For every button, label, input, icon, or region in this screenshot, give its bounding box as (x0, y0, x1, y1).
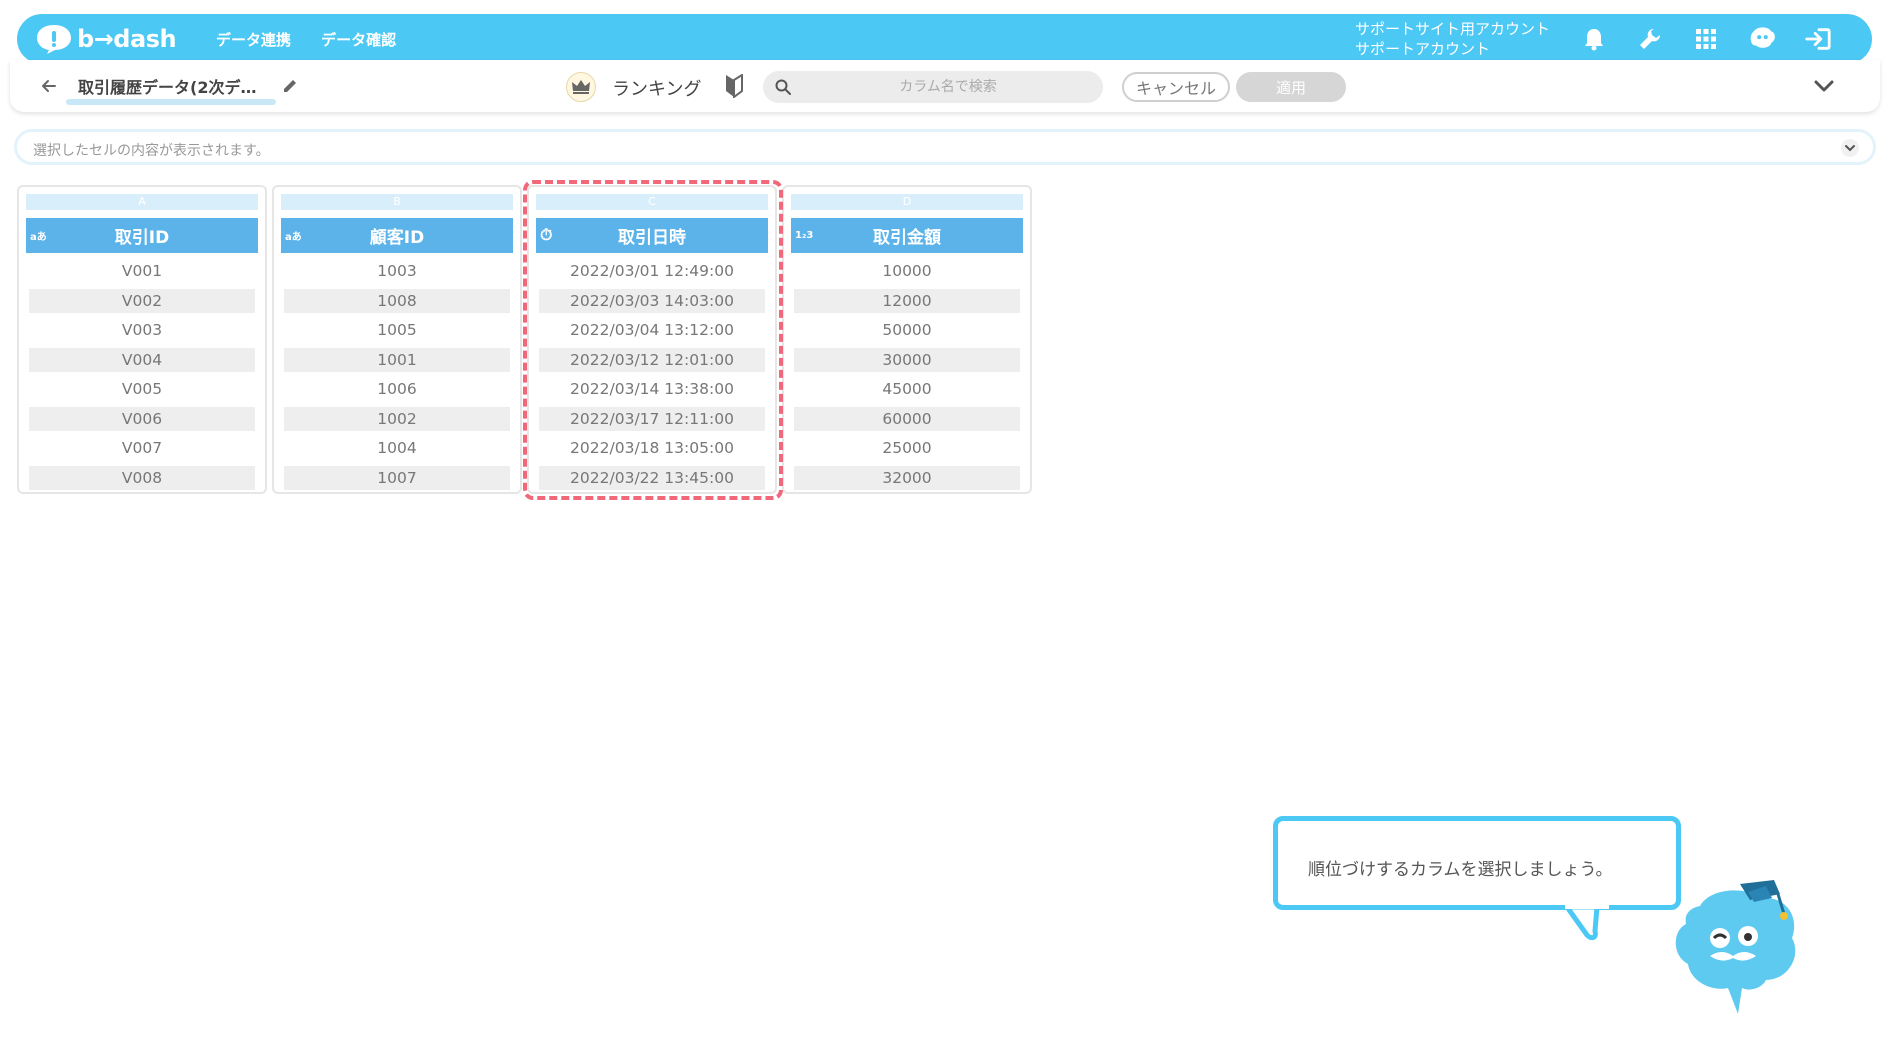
back-arrow-icon[interactable] (38, 75, 60, 97)
column-header-label: 取引金額 (873, 228, 941, 248)
bell-icon[interactable] (1580, 25, 1608, 53)
table-cell[interactable]: 1006 (284, 377, 510, 402)
nav-data-check[interactable]: データ確認 (321, 29, 396, 50)
table-cell[interactable]: V006 (29, 406, 255, 431)
logo-bubble-icon (35, 23, 73, 55)
stopwatch-icon: ⏱ (540, 225, 553, 244)
column-d[interactable]: D 1₂3 取引金額 10000 12000 50000 30000 45000… (782, 185, 1032, 494)
cell-content-bar[interactable]: 選択したセルの内容が表示されます。 (14, 129, 1876, 165)
text-type-icon: aあ (285, 231, 302, 243)
account-user-name: サポートアカウント (1355, 40, 1491, 58)
column-letter: A (26, 194, 258, 210)
search-icon (775, 79, 791, 95)
column-cells: V001 V002 V003 V004 V005 V006 V007 V008 (29, 259, 255, 495)
column-header[interactable]: ⏱ 取引日時 (536, 218, 768, 253)
column-cells: 2022/03/01 12:49:00 2022/03/03 14:03:00 … (539, 259, 765, 495)
table-cell[interactable]: 1002 (284, 406, 510, 431)
grid-icon[interactable] (1692, 25, 1720, 53)
nav-data-integration[interactable]: データ連携 (216, 29, 291, 50)
table-cell[interactable]: V005 (29, 377, 255, 402)
table-cell[interactable]: 2022/03/01 12:49:00 (539, 259, 765, 284)
column-cells: 1003 1008 1005 1001 1006 1002 1004 1007 (284, 259, 510, 495)
text-type-icon: aあ (30, 231, 47, 243)
table-cell[interactable]: 45000 (794, 377, 1020, 402)
account-site-name: サポートサイト用アカウント (1355, 20, 1551, 38)
table-cell[interactable]: V004 (29, 347, 255, 372)
dataset-title[interactable]: 取引履歴データ(2次デ… (78, 78, 256, 97)
ranking-mode-label: ランキング (612, 79, 702, 100)
column-b[interactable]: B aあ 顧客ID 1003 1008 1005 1001 1006 1002 … (272, 185, 522, 494)
table-cell[interactable]: 1005 (284, 318, 510, 343)
table-cell[interactable]: 2022/03/22 13:45:00 (539, 465, 765, 490)
title-underline (66, 99, 276, 105)
dataset-title-wrap: 取引履歴データ(2次デ… (66, 74, 276, 105)
table-cell[interactable]: V001 (29, 259, 255, 284)
cancel-button[interactable]: キャンセル (1122, 72, 1230, 102)
table-cell[interactable]: V008 (29, 465, 255, 490)
column-header[interactable]: 1₂3 取引金額 (791, 218, 1023, 253)
brand-logo[interactable]: b→dash (35, 23, 177, 55)
table-cell[interactable]: 30000 (794, 347, 1020, 372)
table-cell[interactable]: 2022/03/14 13:38:00 (539, 377, 765, 402)
table-cell[interactable]: 60000 (794, 406, 1020, 431)
column-a[interactable]: A aあ 取引ID V001 V002 V003 V004 V005 V006 … (17, 185, 267, 494)
table-cell[interactable]: 10000 (794, 259, 1020, 284)
table-cell[interactable]: 1004 (284, 436, 510, 461)
column-header-label: 顧客ID (369, 228, 425, 248)
cell-content-placeholder: 選択したセルの内容が表示されます。 (33, 143, 270, 159)
top-navigation-bar: b→dash データ連携 データ確認 サポートサイト用アカウント サポートアカウ… (17, 14, 1872, 64)
chevron-down-icon[interactable] (1812, 76, 1836, 96)
column-letter: C (536, 194, 768, 210)
table-cell[interactable]: 2022/03/17 12:11:00 (539, 406, 765, 431)
dataset-header: 取引履歴データ(2次デ… ランキング キャンセル 適用 (10, 60, 1880, 112)
table-cell[interactable]: V007 (29, 436, 255, 461)
table-cell[interactable]: 32000 (794, 465, 1020, 490)
search-input[interactable] (803, 71, 1093, 103)
brand-name: b→dash (77, 25, 177, 53)
wrench-icon[interactable] (1636, 25, 1664, 53)
table-cell[interactable]: 1007 (284, 465, 510, 490)
table-cell[interactable]: V002 (29, 288, 255, 313)
table-cell[interactable]: 2022/03/03 14:03:00 (539, 288, 765, 313)
crown-icon (566, 72, 596, 102)
table-cell[interactable]: 2022/03/18 13:05:00 (539, 436, 765, 461)
logout-icon[interactable] (1804, 25, 1832, 53)
table-cell[interactable]: 25000 (794, 436, 1020, 461)
table-cell[interactable]: 2022/03/12 12:01:00 (539, 347, 765, 372)
column-cells: 10000 12000 50000 30000 45000 60000 2500… (794, 259, 1020, 495)
column-header-label: 取引ID (114, 228, 170, 248)
column-header[interactable]: aあ 取引ID (26, 218, 258, 253)
table-cell[interactable]: 1003 (284, 259, 510, 284)
table-cell[interactable]: 2022/03/04 13:12:00 (539, 318, 765, 343)
guide-tooltip-text: 順位づけするカラムを選択しましょう。 (1308, 860, 1613, 880)
mascot-character-icon (1675, 880, 1796, 1014)
column-letter: D (791, 194, 1023, 210)
apply-button[interactable]: 適用 (1236, 72, 1346, 102)
pencil-edit-icon[interactable] (282, 78, 298, 94)
table-cell[interactable]: 1008 (284, 288, 510, 313)
table-cell[interactable]: 50000 (794, 318, 1020, 343)
column-header[interactable]: aあ 顧客ID (281, 218, 513, 253)
account-info[interactable]: サポートサイト用アカウント サポートアカウント (1355, 19, 1550, 59)
table-cell[interactable]: 1001 (284, 347, 510, 372)
number-type-icon: 1₂3 (795, 229, 814, 241)
column-header-label: 取引日時 (618, 228, 686, 248)
column-letter: B (281, 194, 513, 210)
mascot-icon[interactable] (1748, 25, 1776, 53)
table-cell[interactable]: V003 (29, 318, 255, 343)
chevron-down-small-icon[interactable] (1841, 139, 1859, 157)
beginner-mark-icon[interactable] (724, 73, 746, 99)
tooltip-tail (1565, 905, 1609, 941)
column-search-box[interactable] (763, 71, 1103, 103)
table-cell[interactable]: 12000 (794, 288, 1020, 313)
guide-tooltip: 順位づけするカラムを選択しましょう。 (1273, 816, 1681, 910)
column-c[interactable]: C ⏱ 取引日時 2022/03/01 12:49:00 2022/03/03 … (527, 185, 777, 494)
